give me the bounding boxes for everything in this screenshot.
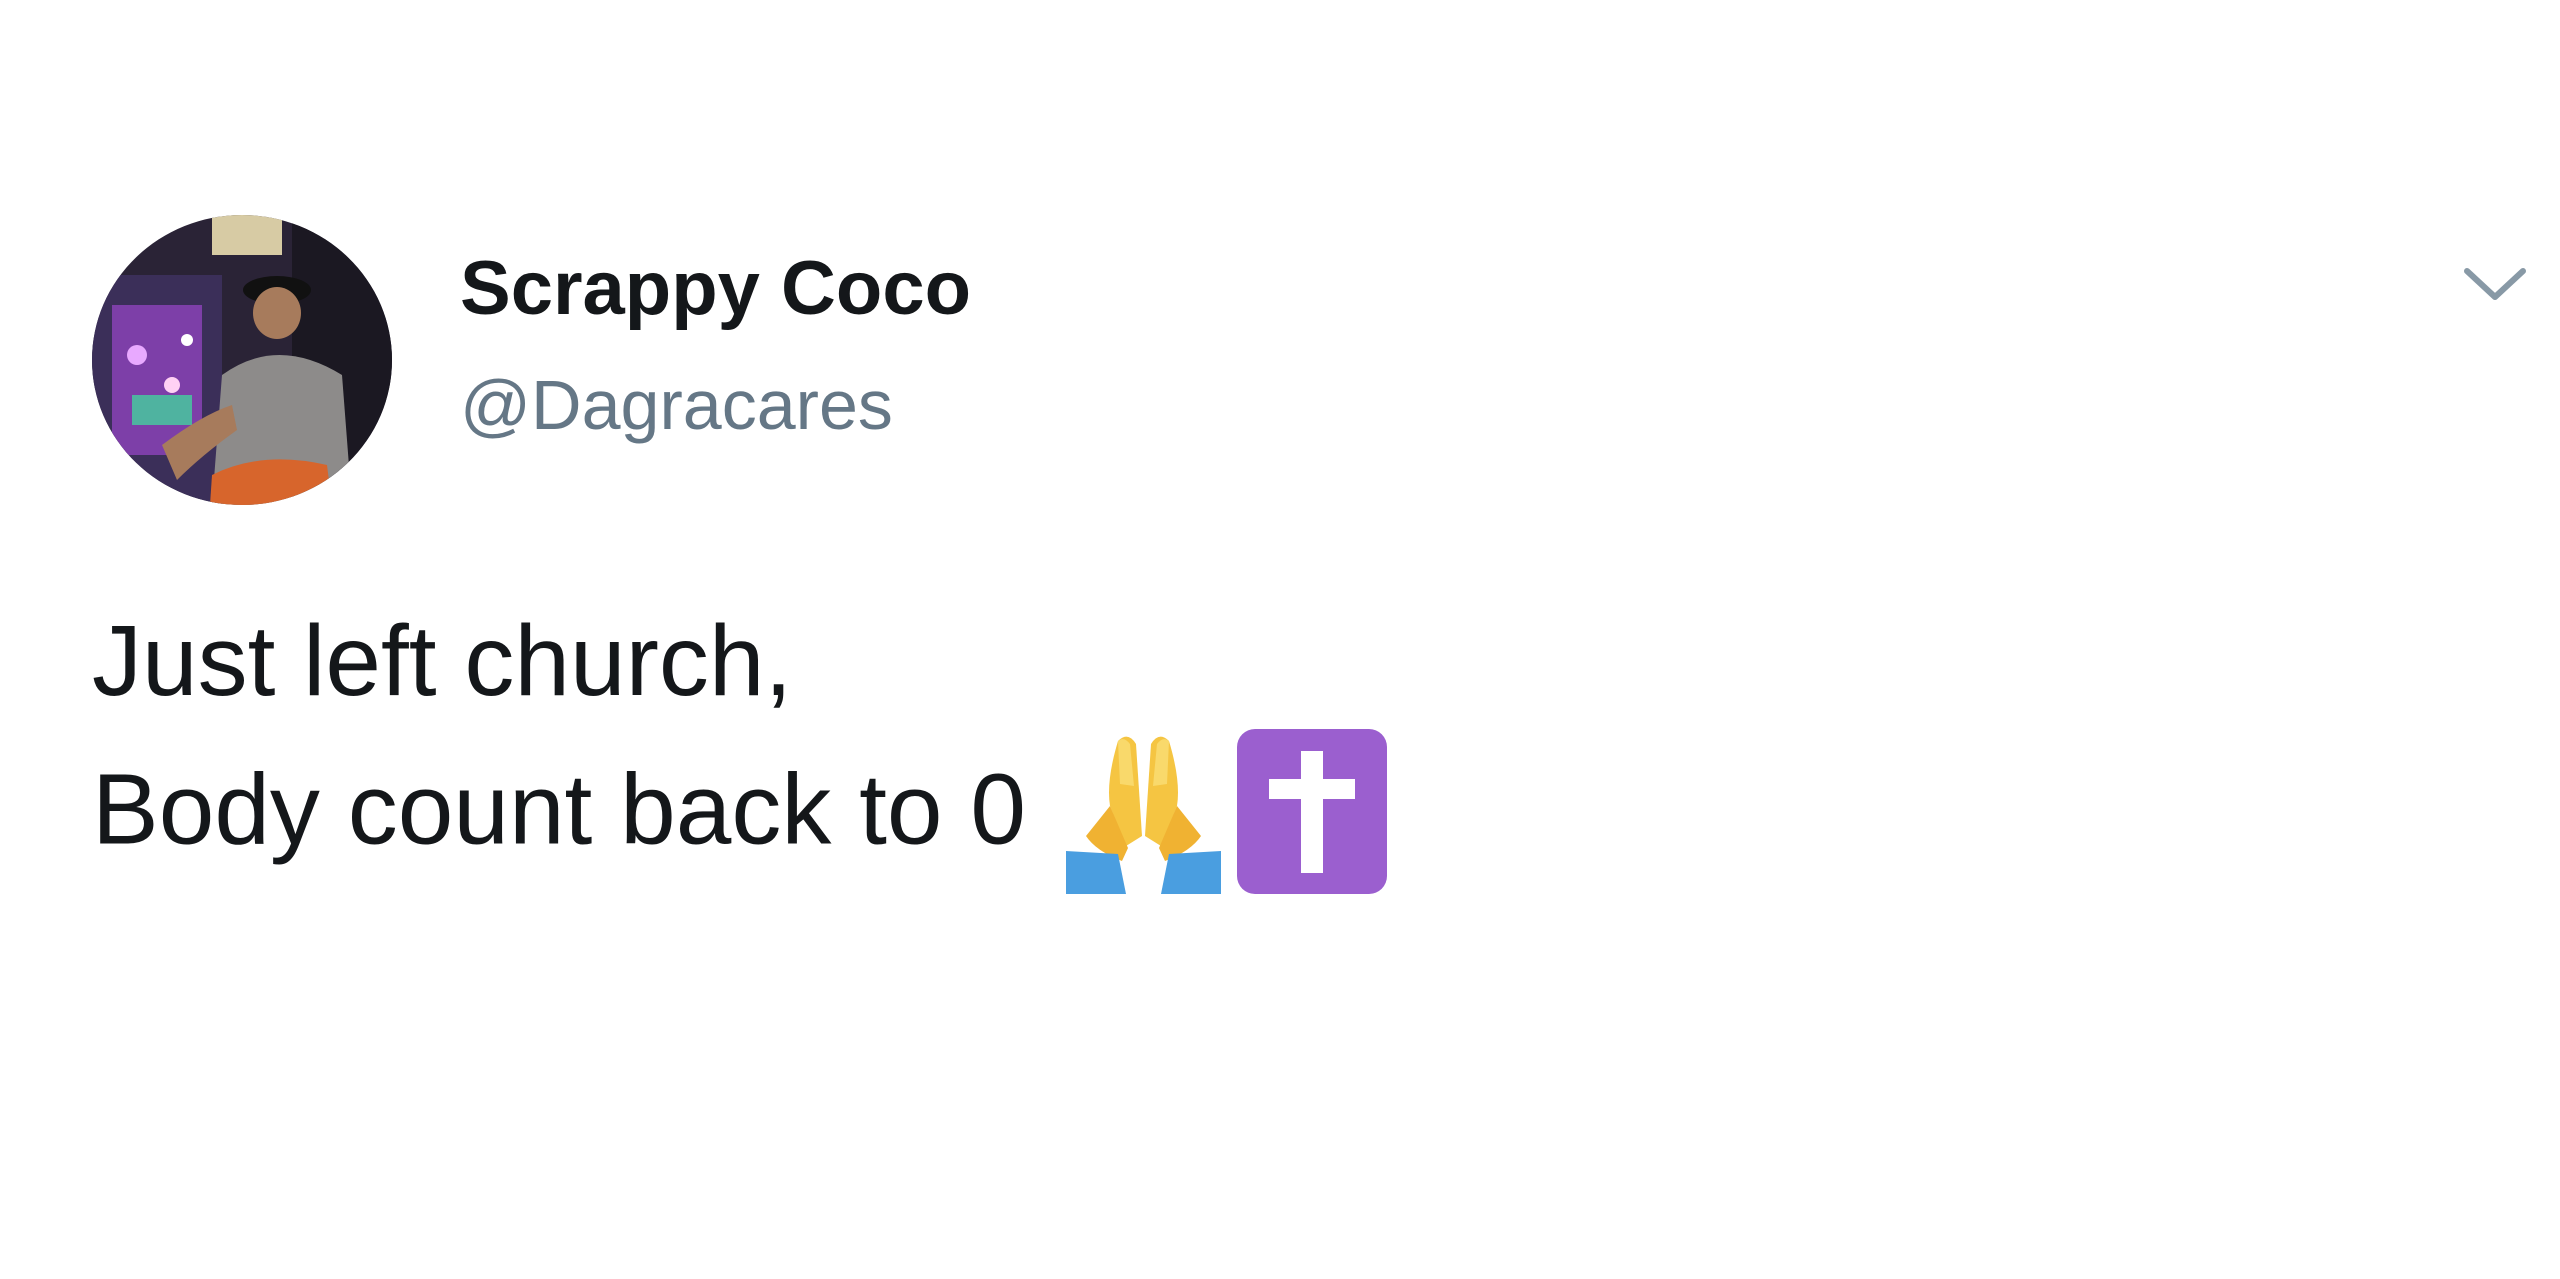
tweet-text-line-with-emoji: Body count back to 0 [92, 728, 1387, 902]
tweet-text-line: Body count back to 0 [92, 753, 1026, 866]
tweet-card[interactable]: Scrappy Coco @Dagracares Just left churc… [0, 215, 2560, 975]
avatar-image [92, 215, 392, 505]
folded-hands-emoji-icon [1056, 726, 1231, 896]
chevron-down-icon[interactable] [2455, 253, 2535, 313]
tweet-text: Just left church, Body count back to 0 [92, 590, 1387, 902]
user-handle[interactable]: @Dagracares [460, 365, 893, 445]
tweet-text-line: Just left church, [92, 605, 793, 717]
latin-cross-emoji-icon [1236, 728, 1387, 894]
avatar[interactable] [92, 215, 392, 505]
display-name[interactable]: Scrappy Coco [460, 245, 971, 332]
